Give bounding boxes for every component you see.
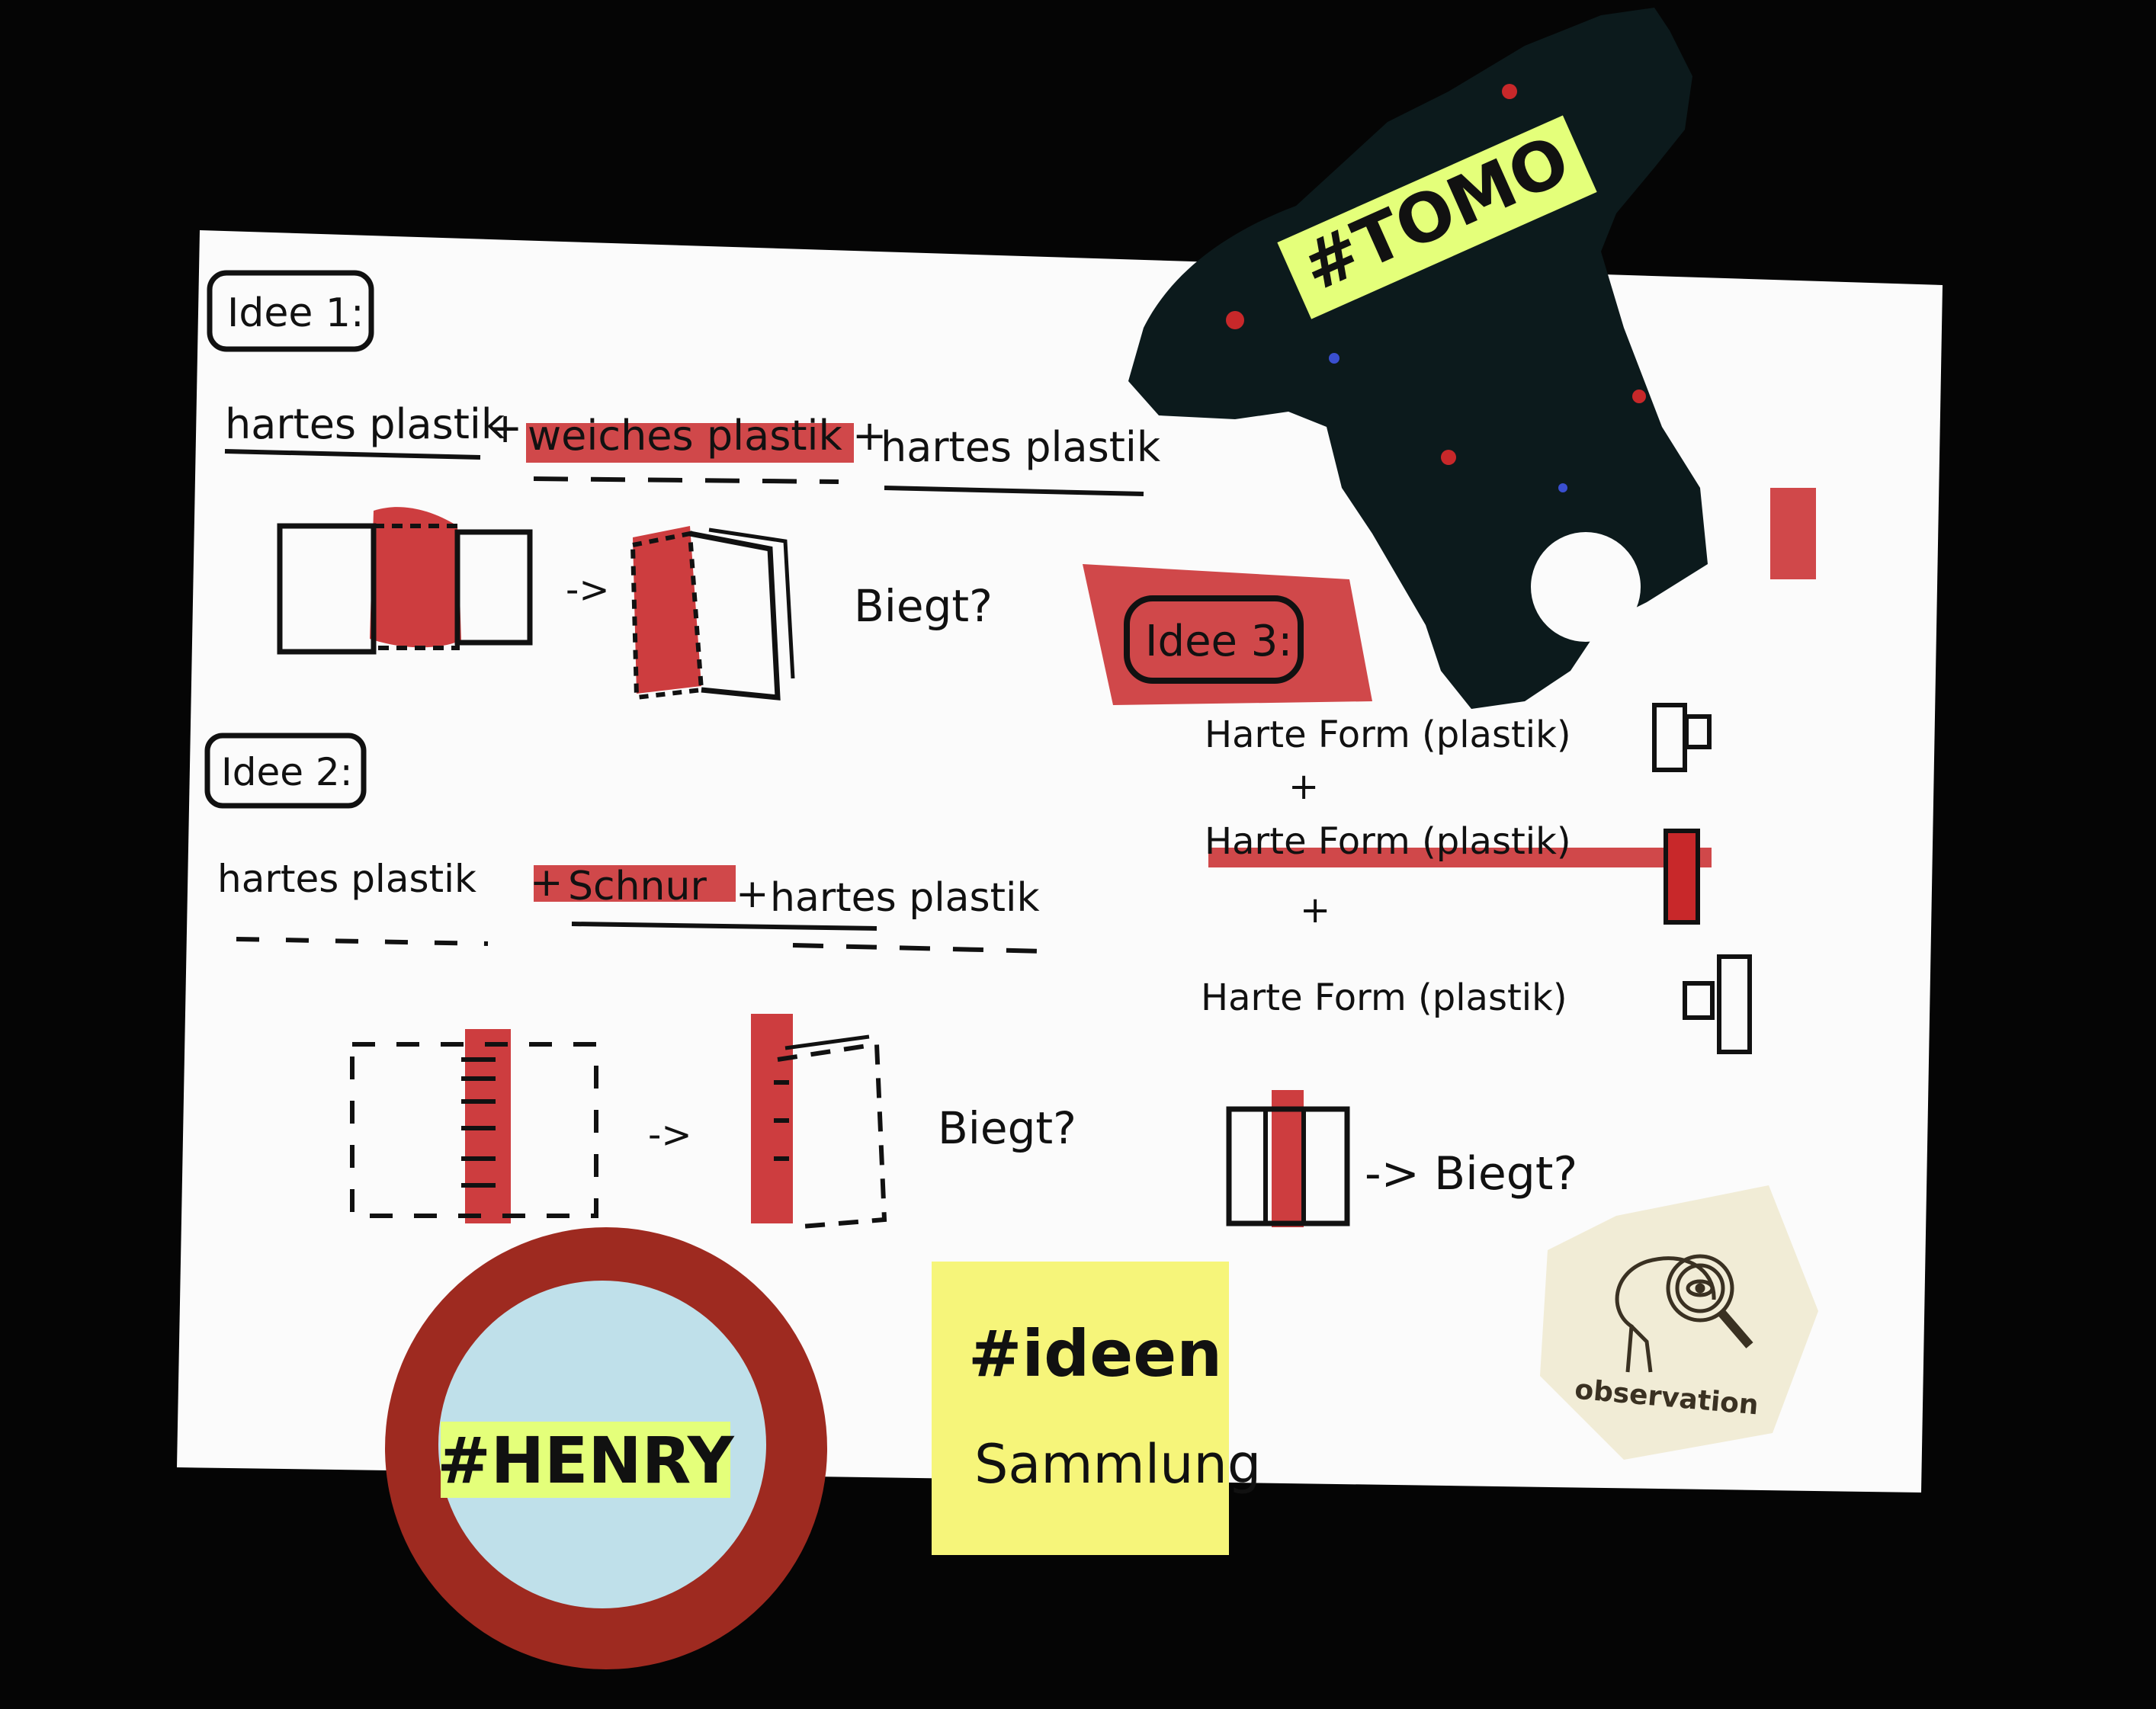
- idee-1-formula-part1: hartes plastik: [225, 400, 505, 448]
- idee-1-formula-part3: hartes plastik: [881, 423, 1161, 471]
- idee-2-plus1: +: [530, 860, 563, 906]
- idee-2-formula-part3: hartes plastik: [770, 875, 1040, 921]
- tomo-piece-hole: [1531, 532, 1641, 642]
- idee-3-plus2: +: [1300, 889, 1330, 931]
- idee-1-arrow: ->: [566, 569, 610, 611]
- red-marker-patch: [1770, 488, 1816, 579]
- idee-3-line2: Harte Form (plastik): [1205, 820, 1571, 863]
- photo-scene: Idee 1: hartes plastik + weiches plastik…: [0, 0, 2156, 1709]
- idee-1-question: Biegt?: [854, 580, 993, 632]
- idee-1-formula-part2: weiches plastik: [528, 412, 843, 460]
- idee-2-question: Biegt?: [938, 1102, 1076, 1154]
- idee-2-plus2: +: [736, 871, 769, 917]
- idee-2-formula-part1: hartes plastik: [217, 857, 476, 901]
- idee-3-result: -> Biegt?: [1365, 1147, 1577, 1201]
- sticky-note-line2: Sammlung: [974, 1433, 1261, 1496]
- henry-tag-label: #HENRY: [437, 1423, 734, 1498]
- idee-3-line3: Harte Form (plastik): [1201, 976, 1567, 1019]
- idee-2-heading: Idee 2:: [221, 750, 353, 794]
- henry-tag: #HENRY: [437, 1422, 735, 1498]
- sticky-note-line1: #ideen: [968, 1316, 1222, 1391]
- idee-2-formula-part2: Schnur: [568, 864, 707, 909]
- idee-3-line1: Harte Form (plastik): [1205, 713, 1571, 756]
- idee-1-plus1: +: [488, 404, 522, 452]
- idee-3-plus1: +: [1288, 765, 1319, 808]
- idee-1-heading: Idee 1:: [227, 290, 364, 336]
- idee-2-arrow: ->: [648, 1114, 692, 1156]
- sticky-note: #ideen Sammlung: [932, 1262, 1261, 1555]
- idee-3-heading: Idee 3:: [1145, 617, 1292, 666]
